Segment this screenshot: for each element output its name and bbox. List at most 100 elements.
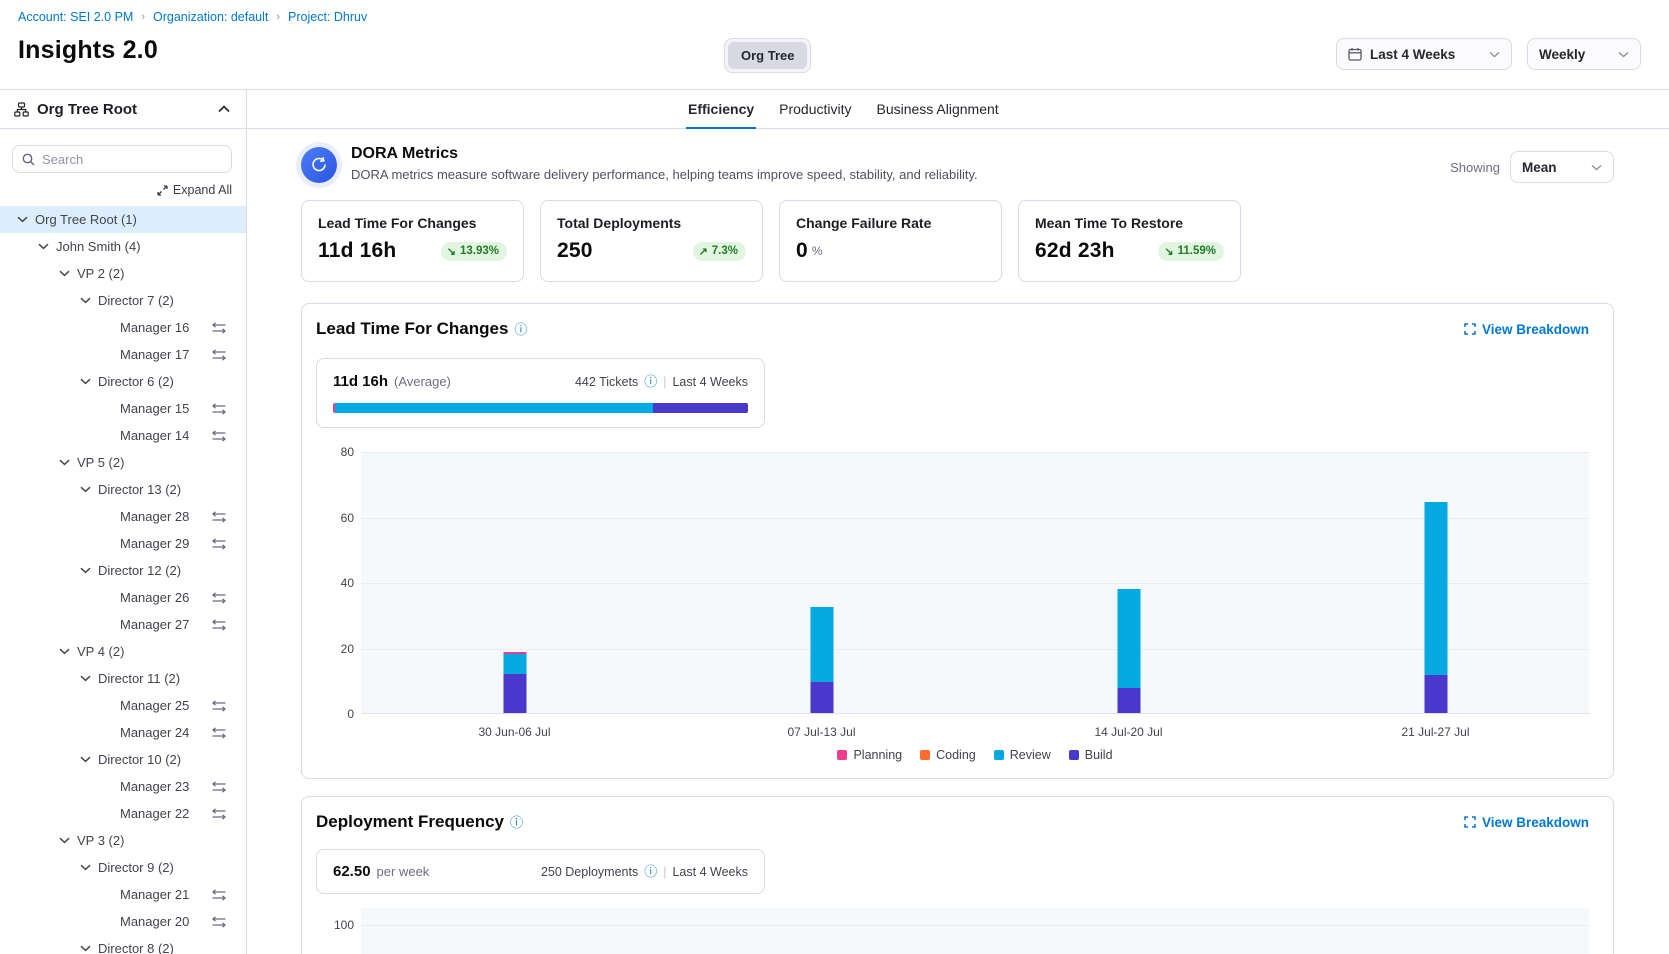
- tree-item-director-10-2[interactable]: Director 10 (2): [0, 746, 246, 773]
- filter-sliders-icon[interactable]: [212, 727, 226, 739]
- tree-item-director-8-2[interactable]: Director 8 (2): [0, 935, 246, 954]
- legend-item-planning[interactable]: Planning: [837, 748, 902, 762]
- tree-item-manager-21[interactable]: Manager 21: [0, 881, 246, 908]
- legend-swatch: [994, 750, 1004, 760]
- lead-time-view-breakdown-link[interactable]: View Breakdown: [1464, 322, 1589, 337]
- org-tree-toggle-button[interactable]: Org Tree: [728, 42, 807, 69]
- tree-item-manager-28[interactable]: Manager 28: [0, 503, 246, 530]
- expand-all-link[interactable]: Expand All: [157, 183, 232, 197]
- filter-sliders-icon[interactable]: [212, 430, 226, 442]
- chevron-down-icon[interactable]: [80, 675, 91, 682]
- filter-sliders-icon[interactable]: [212, 781, 226, 793]
- tree-item-manager-23[interactable]: Manager 23: [0, 773, 246, 800]
- tree-item-director-7-2[interactable]: Director 7 (2): [0, 287, 246, 314]
- chevron-down-icon[interactable]: [59, 459, 70, 466]
- tree-item-label: VP 4 (2): [77, 644, 124, 659]
- filter-sliders-icon[interactable]: [212, 808, 226, 820]
- chevron-down-icon[interactable]: [80, 486, 91, 493]
- breadcrumb-project[interactable]: Project: Dhruv: [288, 10, 367, 24]
- tree-item-director-11-2[interactable]: Director 11 (2): [0, 665, 246, 692]
- chevron-down-icon[interactable]: [80, 864, 91, 871]
- bar-07-jul-13-jul[interactable]: [810, 607, 833, 713]
- filter-sliders-icon[interactable]: [212, 511, 226, 523]
- chevron-down-icon[interactable]: [80, 756, 91, 763]
- metric-unit: %: [812, 244, 823, 258]
- chevron-down-icon[interactable]: [80, 945, 91, 952]
- tab-productivity[interactable]: Productivity: [777, 90, 853, 128]
- chevron-down-icon[interactable]: [38, 243, 49, 250]
- tab-business-alignment[interactable]: Business Alignment: [875, 90, 1001, 128]
- legend-item-review[interactable]: Review: [994, 748, 1051, 762]
- filter-sliders-icon[interactable]: [212, 538, 226, 550]
- tree-item-vp-2-2[interactable]: VP 2 (2): [0, 260, 246, 287]
- tab-efficiency[interactable]: Efficiency: [686, 90, 756, 128]
- range-label: Last 4 Weeks: [672, 375, 748, 389]
- tree-item-director-6-2[interactable]: Director 6 (2): [0, 368, 246, 395]
- tree-item-manager-26[interactable]: Manager 26: [0, 584, 246, 611]
- sidebar-collapse-button[interactable]: [216, 103, 232, 115]
- legend-item-build[interactable]: Build: [1069, 748, 1113, 762]
- info-icon[interactable]: ⓘ: [644, 865, 657, 878]
- tree-item-manager-14[interactable]: Manager 14: [0, 422, 246, 449]
- bar-14-jul-20-jul[interactable]: [1117, 589, 1140, 713]
- chevron-down-icon[interactable]: [59, 648, 70, 655]
- filter-sliders-icon[interactable]: [212, 889, 226, 901]
- tree-item-vp-3-2[interactable]: VP 3 (2): [0, 827, 246, 854]
- tree-item-manager-22[interactable]: Manager 22: [0, 800, 246, 827]
- tree-item-john-smith-4[interactable]: John Smith (4): [0, 233, 246, 260]
- filter-sliders-icon[interactable]: [212, 349, 226, 361]
- bar-segment-review: [1424, 502, 1447, 676]
- lead-time-title: Lead Time For Changes: [316, 319, 508, 339]
- chevron-down-icon[interactable]: [80, 297, 91, 304]
- filter-sliders-icon[interactable]: [212, 700, 226, 712]
- legend-item-coding[interactable]: Coding: [920, 748, 976, 762]
- date-range-select[interactable]: Last 4 Weeks: [1336, 38, 1512, 70]
- bar-30-jun-06-jul[interactable]: [503, 652, 526, 713]
- info-icon[interactable]: ⓘ: [514, 323, 527, 336]
- tree-item-manager-20[interactable]: Manager 20: [0, 908, 246, 935]
- tree-item-label: VP 3 (2): [77, 833, 124, 848]
- info-icon[interactable]: ⓘ: [644, 375, 657, 388]
- bar-segment-build: [810, 682, 833, 713]
- main-area: Efficiency Productivity Business Alignment…: [247, 90, 1669, 954]
- chevron-down-icon[interactable]: [59, 837, 70, 844]
- tree-item-manager-15[interactable]: Manager 15: [0, 395, 246, 422]
- granularity-select[interactable]: Weekly: [1527, 38, 1641, 70]
- legend-label: Build: [1085, 748, 1113, 762]
- trend-arrow-icon: ↘: [1164, 245, 1173, 258]
- tree-item-manager-25[interactable]: Manager 25: [0, 692, 246, 719]
- lead-time-stage-bar[interactable]: [333, 403, 748, 413]
- tree-item-manager-29[interactable]: Manager 29: [0, 530, 246, 557]
- filter-sliders-icon[interactable]: [212, 916, 226, 928]
- aggregation-select[interactable]: Mean: [1510, 151, 1614, 183]
- tree-item-manager-16[interactable]: Manager 16: [0, 314, 246, 341]
- y-tick-label: 20: [341, 642, 354, 656]
- info-icon[interactable]: ⓘ: [510, 816, 523, 829]
- sidebar-search: [12, 145, 232, 173]
- search-input[interactable]: [42, 152, 222, 167]
- filter-sliders-icon[interactable]: [212, 403, 226, 415]
- tree-item-manager-24[interactable]: Manager 24: [0, 719, 246, 746]
- tree-item-vp-5-2[interactable]: VP 5 (2): [0, 449, 246, 476]
- filter-sliders-icon[interactable]: [212, 619, 226, 631]
- chevron-down-icon[interactable]: [80, 567, 91, 574]
- bar-21-jul-27-jul[interactable]: [1424, 502, 1447, 713]
- tree-item-director-13-2[interactable]: Director 13 (2): [0, 476, 246, 503]
- filter-sliders-icon[interactable]: [212, 592, 226, 604]
- tree-item-org-tree-root-1[interactable]: Org Tree Root (1): [0, 206, 246, 233]
- chevron-down-icon[interactable]: [80, 378, 91, 385]
- y-axis: 100: [316, 918, 354, 932]
- tree-item-director-9-2[interactable]: Director 9 (2): [0, 854, 246, 881]
- tree-item-vp-4-2[interactable]: VP 4 (2): [0, 638, 246, 665]
- breadcrumb-organization[interactable]: Organization: default: [153, 10, 268, 24]
- deployment-view-breakdown-link[interactable]: View Breakdown: [1464, 815, 1589, 830]
- tree-item-director-12-2[interactable]: Director 12 (2): [0, 557, 246, 584]
- legend-label: Coding: [936, 748, 976, 762]
- tree-item-manager-17[interactable]: Manager 17: [0, 341, 246, 368]
- chevron-down-icon[interactable]: [17, 216, 28, 223]
- chevron-down-icon[interactable]: [59, 270, 70, 277]
- sidebar-header: Org Tree Root: [0, 90, 246, 129]
- filter-sliders-icon[interactable]: [212, 322, 226, 334]
- breadcrumb-account[interactable]: Account: SEI 2.0 PM: [18, 10, 133, 24]
- tree-item-manager-27[interactable]: Manager 27: [0, 611, 246, 638]
